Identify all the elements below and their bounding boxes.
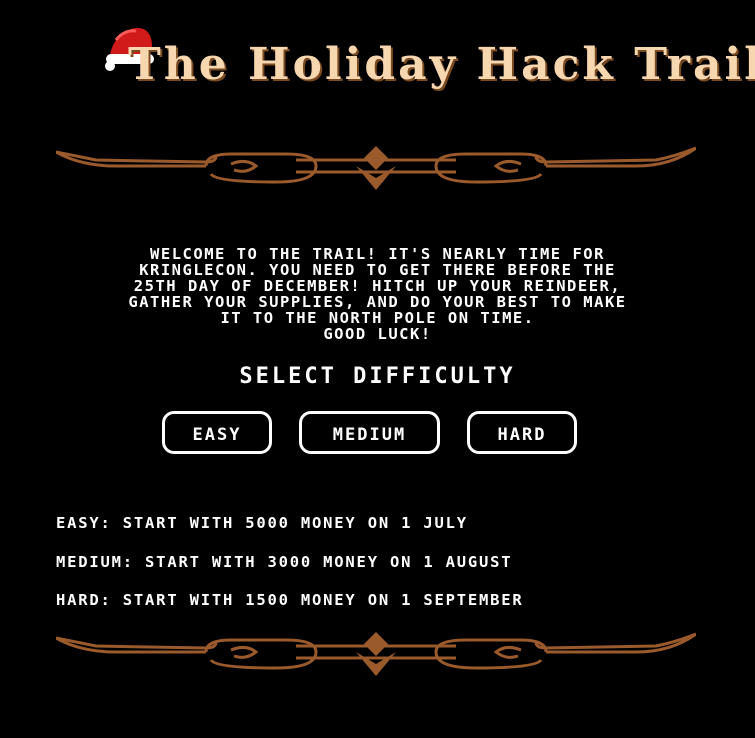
hard-button[interactable]: Hard [467,411,577,454]
intro-text: Welcome to the Trail! It's nearly time f… [40,246,715,342]
medium-button[interactable]: Medium [299,411,440,454]
intro-line-3: 25th day of December! Hitch up your rein… [133,277,622,295]
title-banner: The Holiday Hack Trail [0,22,755,102]
ornamental-divider-top [56,146,696,190]
easy-difficulty-info: Easy: Start with 5000 money on 1 July [56,514,468,532]
select-difficulty-heading: Select Difficulty [239,364,516,389]
intro-line-5: it to the North Pole on time. [220,309,535,327]
intro-line-6: Good luck! [323,325,432,343]
intro-line-4: gather your supplies, and do your best t… [128,293,627,311]
medium-difficulty-info: Medium: Start with 3000 money on 1 Augus… [56,553,513,571]
intro-line-2: KringleCon. You need to get there before… [139,261,616,279]
intro-line-1: Welcome to the Trail! It's nearly time f… [150,245,605,263]
easy-button[interactable]: Easy [162,411,272,454]
game-title: The Holiday Hack Trail [128,39,755,90]
hard-difficulty-info: Hard: Start with 1500 money on 1 Septemb… [56,591,524,609]
ornamental-divider-bottom [56,632,696,676]
